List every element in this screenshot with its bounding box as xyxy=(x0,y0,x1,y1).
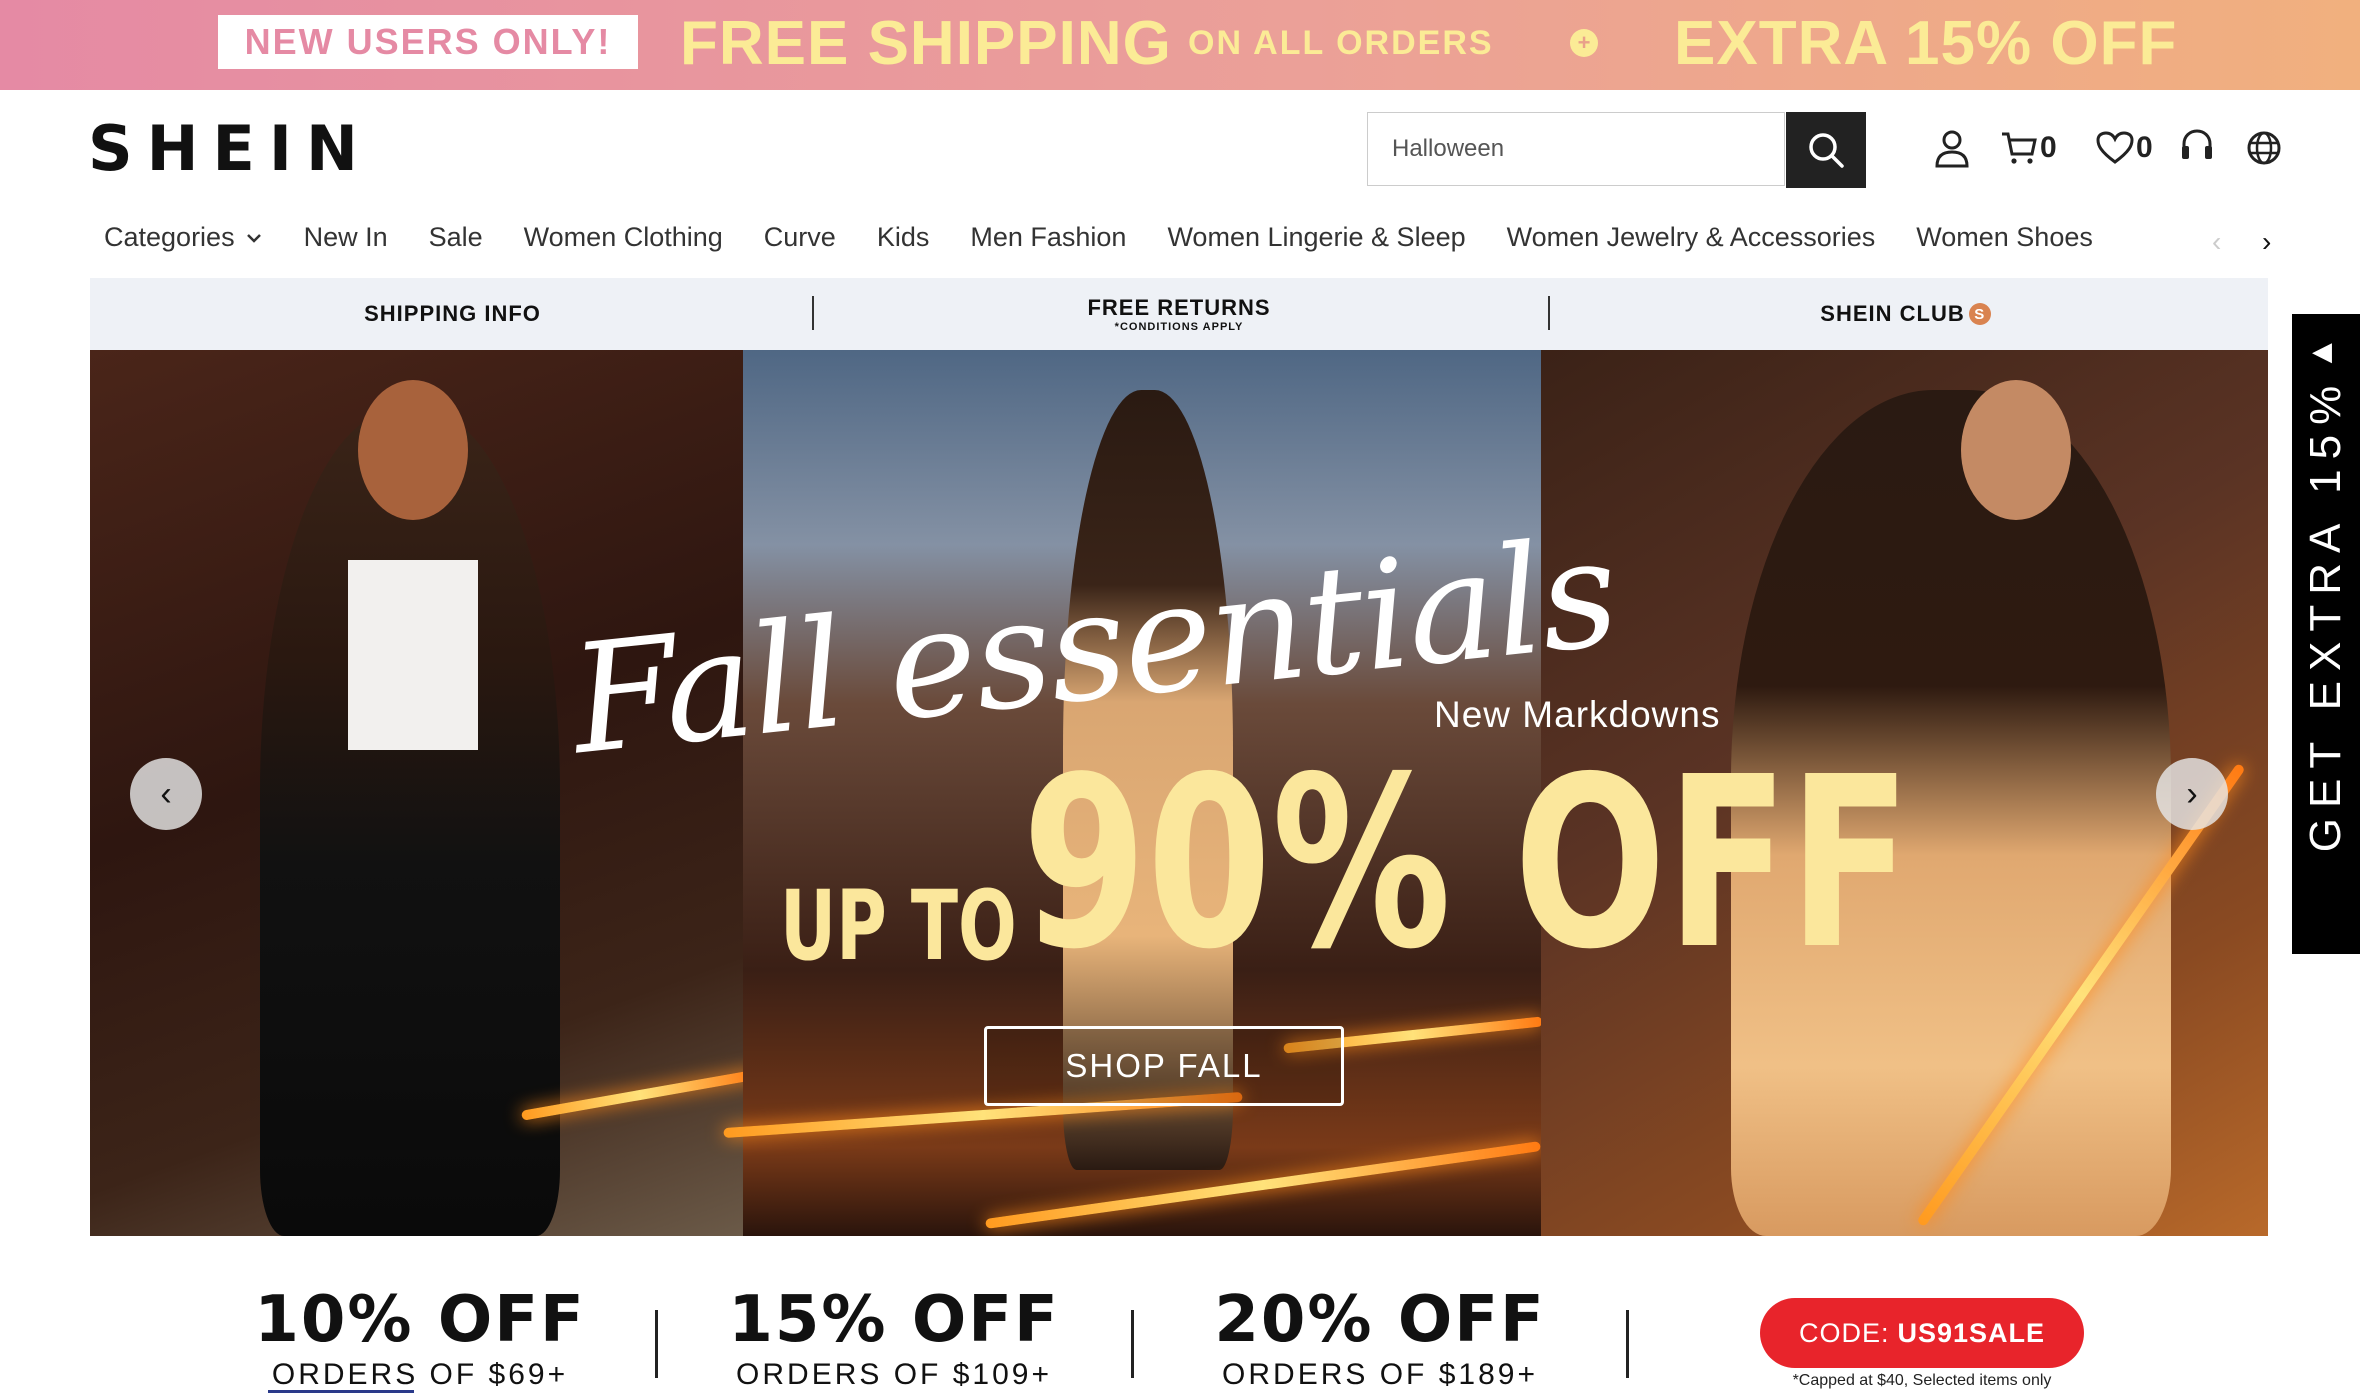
search-button[interactable] xyxy=(1786,112,1866,188)
free-returns-label: FREE RETURNS xyxy=(1087,295,1271,320)
code-note: *Capped at $40, Selected items only xyxy=(1792,1372,2052,1389)
discount-condition: ORDERS OF $189+ xyxy=(1222,1358,1538,1391)
nav-item-women-clothing[interactable]: Women Clothing xyxy=(524,222,723,253)
headset-icon xyxy=(2182,129,2212,159)
main-nav: Categories New In Sale Women Clothing Cu… xyxy=(104,222,2134,253)
shein-logo[interactable]: SHEIN xyxy=(88,112,372,185)
promo-banner[interactable]: NEW USERS ONLY! FREE SHIPPING ON ALL ORD… xyxy=(0,0,2360,90)
nav-item-women-shoes[interactable]: Women Shoes xyxy=(1916,222,2093,253)
caret-left-icon: ◀ xyxy=(2312,336,2332,366)
carousel-prev-button[interactable]: ‹ xyxy=(130,758,202,830)
nav-item-kids[interactable]: Kids xyxy=(877,222,930,253)
discount-amount: 20% OFF xyxy=(1214,1283,1546,1357)
language-button[interactable] xyxy=(2246,126,2282,170)
discount-tier: 15% OFF ORDERS OF $109+ xyxy=(724,1288,1064,1392)
nav-item-categories[interactable]: Categories xyxy=(104,222,263,253)
chevron-right-icon: › xyxy=(2186,774,2198,813)
search-icon xyxy=(1809,133,1844,168)
nav-item-women-jewelry[interactable]: Women Jewelry & Accessories xyxy=(1507,222,1876,253)
chevron-left-icon: ‹ xyxy=(160,774,172,813)
promo-headline: FREE SHIPPING xyxy=(680,9,1172,78)
nav-item-curve[interactable]: Curve xyxy=(764,222,836,253)
divider xyxy=(1626,1310,1629,1378)
code-label: CODE: xyxy=(1798,1317,1890,1348)
shop-fall-button[interactable]: SHOP FALL xyxy=(984,1026,1344,1106)
discount-amount: 10% OFF xyxy=(254,1283,586,1357)
discount-condition: ORDERS OF $69+ xyxy=(271,1358,569,1391)
side-tab-label: GET EXTRA 15% xyxy=(2301,375,2350,853)
hero-discount: 90% OFF xyxy=(1022,726,1912,1001)
discount-tier: 20% OFF ORDERS OF $189+ xyxy=(1200,1288,1560,1392)
wishlist-button[interactable]: 0 xyxy=(2096,126,2153,170)
info-bar: SHIPPING INFO FREE RETURNS *CONDITIONS A… xyxy=(90,278,2268,350)
heart-icon xyxy=(2096,131,2134,164)
globe-icon xyxy=(2247,131,2281,165)
hero-banner[interactable]: Fall essentials New Markdowns UP TO 90% … xyxy=(90,350,2268,1236)
wishlist-count: 0 xyxy=(2136,131,2153,164)
promo-headline-sub: ON ALL ORDERS xyxy=(1188,24,1494,62)
support-button[interactable] xyxy=(2180,126,2214,170)
nav-scroll-left-button[interactable]: ‹ xyxy=(2212,226,2221,258)
nav-item-sale[interactable]: Sale xyxy=(429,222,483,253)
free-returns-note: *CONDITIONS APPLY xyxy=(1114,321,1244,333)
user-icon xyxy=(1935,130,1969,168)
divider xyxy=(1131,1310,1134,1378)
shein-club-link[interactable]: SHEIN CLUB S xyxy=(1543,278,2268,350)
cart-icon xyxy=(2002,132,2037,164)
discount-condition: ORDERS OF $109+ xyxy=(736,1358,1052,1391)
cart-button[interactable]: 0 xyxy=(2000,126,2057,170)
discount-amount: 15% OFF xyxy=(728,1283,1060,1357)
cart-count: 0 xyxy=(2040,131,2057,164)
promo-code-button[interactable]: CODE: US91SALE xyxy=(1760,1298,2084,1368)
nav-item-men-fashion[interactable]: Men Fashion xyxy=(970,222,1126,253)
account-button[interactable] xyxy=(1934,126,1970,170)
club-badge-icon: S xyxy=(1968,303,1991,325)
shipping-info-label: SHIPPING INFO xyxy=(364,301,541,326)
code-value: US91SALE xyxy=(1897,1317,2046,1348)
carousel-next-button[interactable]: › xyxy=(2156,758,2228,830)
underline xyxy=(268,1390,414,1393)
search-input[interactable] xyxy=(1367,112,1785,186)
promo-badge: NEW USERS ONLY! xyxy=(218,15,638,69)
chevron-down-icon xyxy=(246,233,261,243)
nav-label: Categories xyxy=(104,222,235,252)
shipping-info-link[interactable]: SHIPPING INFO xyxy=(90,278,815,350)
discount-tier: 10% OFF ORDERS OF $69+ xyxy=(250,1288,590,1392)
get-extra-side-tab[interactable]: ◀ GET EXTRA 15% xyxy=(2292,314,2360,954)
nav-item-new-in[interactable]: New In xyxy=(304,222,388,253)
nav-scroll-right-button[interactable]: › xyxy=(2262,226,2271,258)
nav-item-women-lingerie[interactable]: Women Lingerie & Sleep xyxy=(1167,222,1465,253)
divider xyxy=(655,1310,658,1378)
shein-club-label: SHEIN CLUB xyxy=(1820,301,1965,326)
hero-up-to: UP TO xyxy=(780,870,1017,982)
divider xyxy=(812,296,814,330)
promo-headline-extra: EXTRA 15% OFF xyxy=(1674,9,2178,78)
plus-icon: + xyxy=(1570,29,1598,57)
free-returns-link[interactable]: FREE RETURNS *CONDITIONS APPLY xyxy=(815,278,1543,350)
